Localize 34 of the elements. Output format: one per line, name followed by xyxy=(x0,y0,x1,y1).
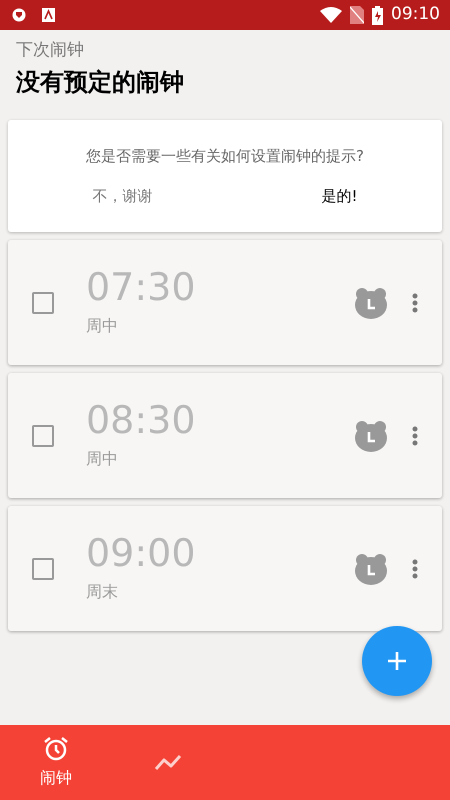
more-icon[interactable] xyxy=(412,292,418,312)
more-icon[interactable] xyxy=(412,558,418,578)
checkbox[interactable] xyxy=(32,292,54,314)
plus-icon xyxy=(387,651,407,671)
alarm-days: 周末 xyxy=(86,580,196,604)
page-title: 没有预定的闹钟 xyxy=(16,66,185,98)
add-button[interactable] xyxy=(362,626,432,696)
alarm-card[interactable]: 09:00 周末 xyxy=(8,506,442,631)
bear-clock-icon[interactable] xyxy=(354,419,388,452)
alarm-days: 周中 xyxy=(86,446,196,470)
alarm-clock-icon xyxy=(43,736,69,762)
alarm-days: 周中 xyxy=(86,314,196,338)
font-icon xyxy=(42,8,55,22)
checkbox[interactable] xyxy=(32,558,54,580)
alarm-card[interactable]: 07:30 周中 xyxy=(8,240,442,365)
nav-tab[interactable]: 闹钟 xyxy=(0,725,112,800)
battery-icon xyxy=(372,6,383,24)
clock-time: 09:10 xyxy=(391,3,440,26)
trend-line-icon xyxy=(153,752,183,772)
alarm-time: 09:00 xyxy=(86,534,196,572)
bear-clock-icon[interactable] xyxy=(354,552,388,585)
no-sim-icon xyxy=(350,6,364,24)
more-icon[interactable] xyxy=(412,426,418,446)
alarm-time: 07:30 xyxy=(86,268,196,306)
wifi-icon xyxy=(320,7,342,23)
alarm-time: 08:30 xyxy=(86,400,196,438)
checkbox[interactable] xyxy=(32,424,54,446)
shield-icon xyxy=(12,8,26,22)
accept-button[interactable]: 是的! xyxy=(316,184,364,208)
tip-question: 您是否需要一些有关如何设置闹钟的提示? xyxy=(86,146,364,164)
dismiss-button[interactable]: 不，谢谢 xyxy=(86,184,158,208)
bear-clock-icon[interactable] xyxy=(354,286,388,319)
subtitle: 下次闹钟 xyxy=(16,39,85,62)
alarm-card[interactable]: 08:30 周中 xyxy=(8,373,442,498)
